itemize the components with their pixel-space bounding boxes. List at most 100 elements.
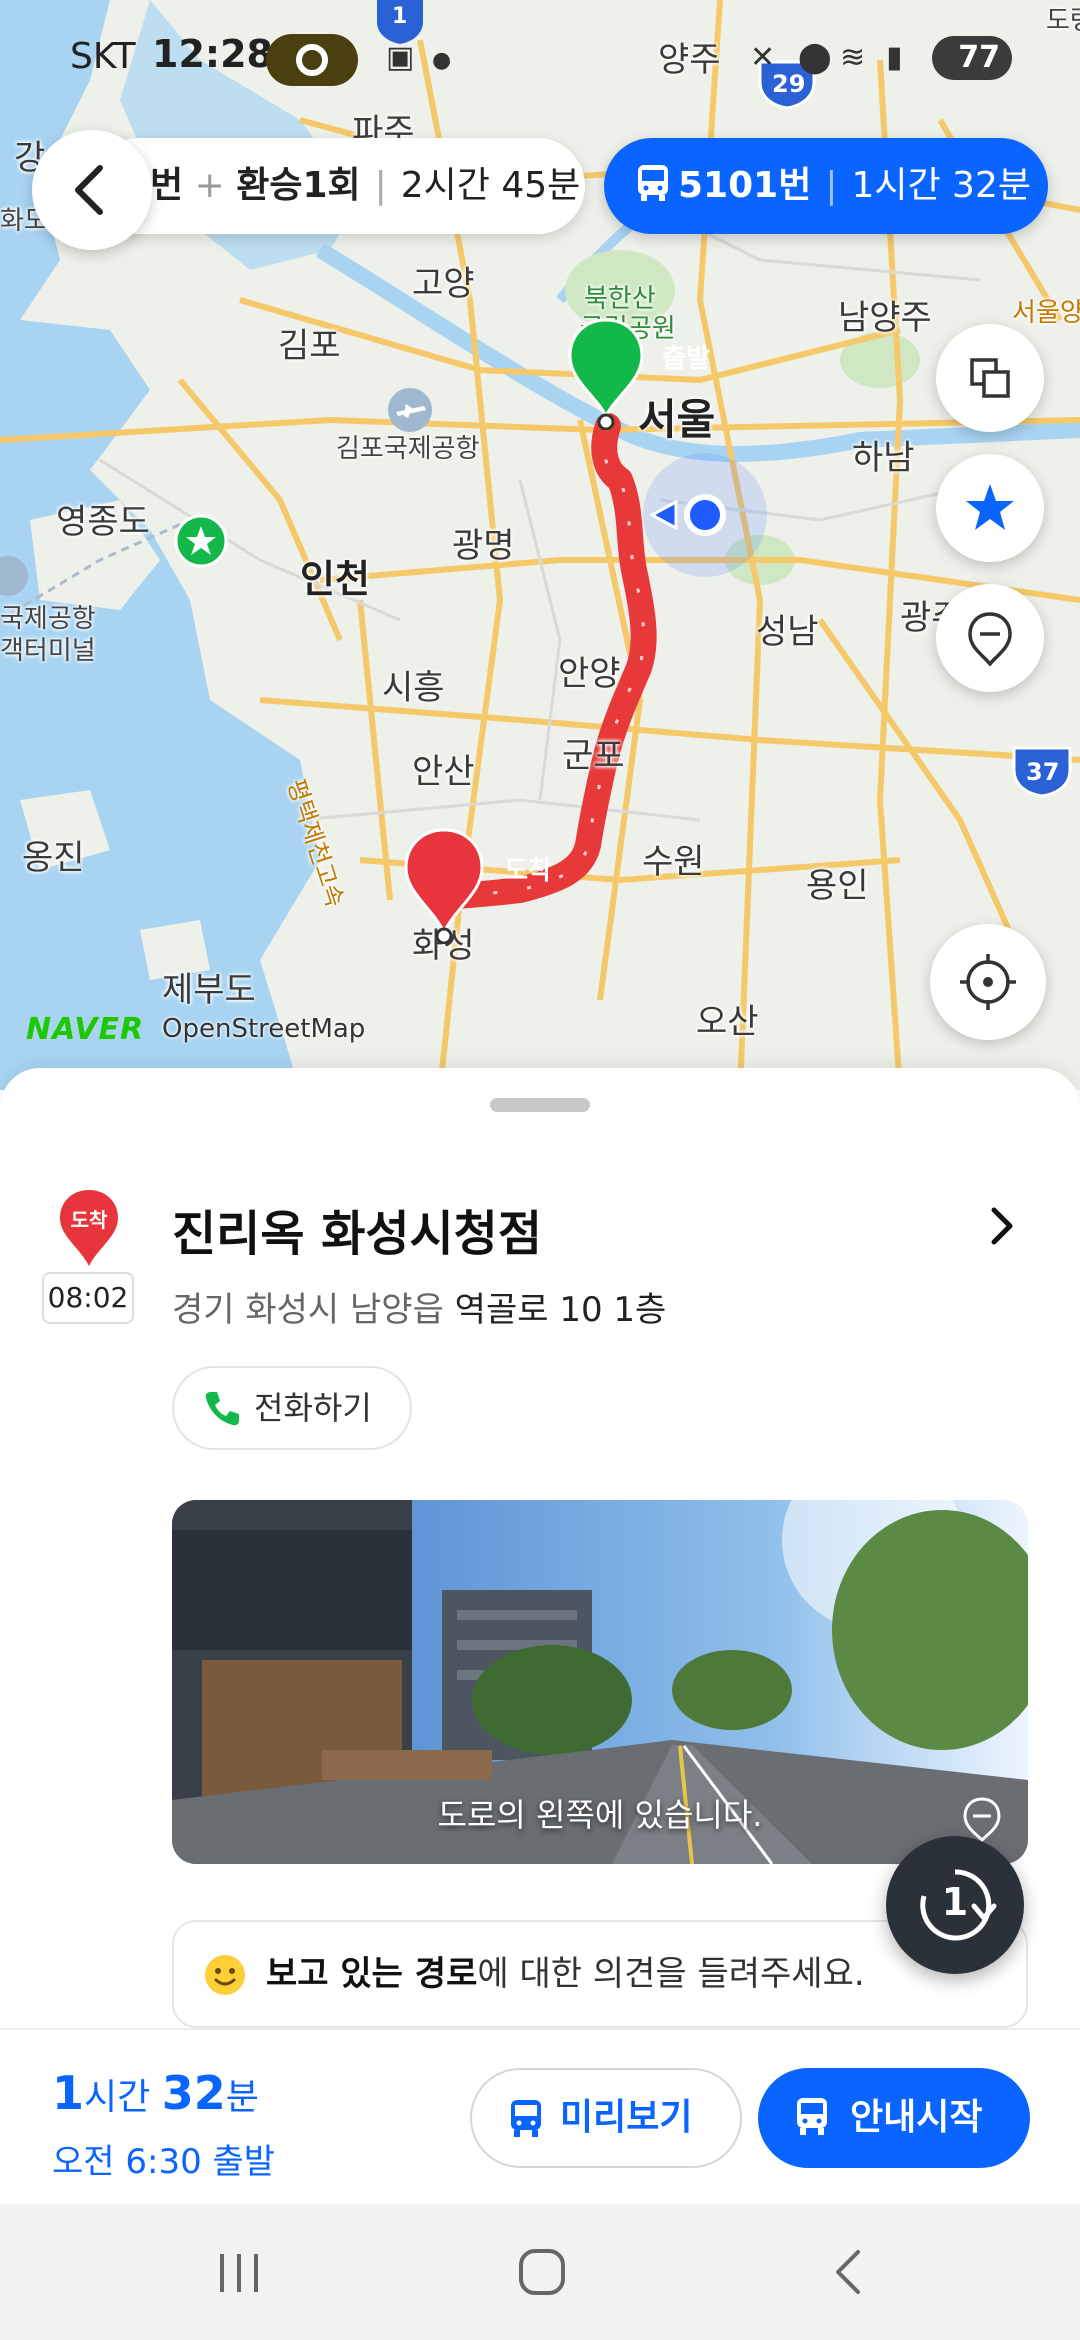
map-label: 서울 bbox=[638, 395, 716, 444]
start-navigation-button[interactable]: 안내시작 bbox=[758, 2068, 1030, 2168]
map-label: 시흥 bbox=[382, 668, 445, 708]
recent-apps-icon[interactable] bbox=[214, 2248, 264, 2298]
feedback-bold: 보고 있는 경로 bbox=[266, 1954, 478, 1994]
mute-icon: ✕ bbox=[750, 40, 776, 75]
preview-button[interactable]: 미리보기 bbox=[470, 2068, 742, 2168]
map-label: 오산 bbox=[696, 1002, 759, 1042]
back-nav-icon[interactable] bbox=[826, 2246, 870, 2298]
map-label: 안산 bbox=[412, 752, 475, 792]
more-dot-icon: ● bbox=[432, 48, 452, 73]
crosshair-icon bbox=[960, 954, 1016, 1010]
duration-minutes-unit: 분 bbox=[225, 2077, 259, 2118]
chevron-left-icon bbox=[75, 165, 103, 215]
bus-icon bbox=[797, 2098, 827, 2135]
map-label: 수원 bbox=[642, 842, 705, 882]
bus-icon bbox=[638, 165, 668, 201]
call-label: 전화하기 bbox=[254, 1389, 372, 1427]
current-location-button[interactable] bbox=[930, 924, 1046, 1040]
map-label: 광명 bbox=[452, 526, 515, 566]
status-bar: SKT 12:28 ▣ ● ✕ ⬤ ≋ ▮ 77 bbox=[0, 0, 1080, 110]
bus-icon bbox=[511, 2100, 541, 2137]
destination-address: 경기 화성시 남양읍 역골로 10 1층 bbox=[172, 1282, 666, 1331]
arrival-time: 08:02 bbox=[42, 1272, 134, 1324]
map-label: 영종도 bbox=[56, 502, 150, 542]
street-view-image[interactable]: 도로의 왼쪽에 있습니다. bbox=[172, 1500, 1028, 1864]
back-button[interactable] bbox=[32, 130, 152, 250]
start-pin-icon bbox=[568, 318, 644, 431]
map-label: 군포 bbox=[562, 736, 625, 776]
sheet-handle[interactable] bbox=[490, 1098, 590, 1112]
action-bar: 1시간 32분 오전 6:30 출발 미리보기 안내시작 bbox=[0, 2028, 1080, 2204]
arrive-pin-icon bbox=[404, 828, 484, 945]
total-duration: 1시간 32분 bbox=[52, 2066, 259, 2120]
chevron-right-icon bbox=[991, 1207, 1013, 1245]
layers-button[interactable] bbox=[936, 324, 1044, 432]
feedback-text: 에 대한 의견을 들려주세요. bbox=[477, 1954, 865, 1994]
destination-detail-button[interactable] bbox=[984, 1204, 1020, 1252]
map-label: 남양주 bbox=[838, 298, 932, 338]
map-label: 서울양 bbox=[1012, 298, 1080, 328]
naver-logo: NAVER bbox=[26, 1012, 145, 1047]
system-nav-bar bbox=[0, 2204, 1080, 2340]
smile-icon bbox=[205, 1955, 245, 1995]
clock: 12:28 bbox=[152, 32, 273, 76]
current-location-dot bbox=[684, 494, 726, 536]
map-credit: OpenStreetMap bbox=[162, 1014, 366, 1044]
layers-icon bbox=[970, 358, 1010, 398]
arrive-pin-label: 도착 bbox=[504, 856, 552, 886]
home-icon[interactable] bbox=[516, 2246, 568, 2298]
map-label: 성남 bbox=[756, 612, 819, 652]
map-label: 용인 bbox=[806, 866, 869, 906]
duration-minutes: 32 bbox=[161, 2066, 226, 2120]
phone-icon bbox=[205, 1392, 239, 1426]
route-number: 1 bbox=[941, 1880, 969, 1924]
preview-label: 미리보기 bbox=[560, 2097, 693, 2138]
duration-hours: 1 bbox=[52, 2066, 85, 2120]
start-pin-label: 출발 bbox=[662, 344, 710, 374]
route-tab-prefix: 번 bbox=[150, 165, 184, 206]
map-label: 하남 bbox=[852, 438, 915, 478]
signal-icon: ▮ bbox=[886, 40, 903, 75]
address-street: 역골로 10 1층 bbox=[454, 1290, 667, 1330]
route-tab-bus[interactable]: 5101번 | 1시간 32분 bbox=[604, 138, 1048, 234]
map-view[interactable]: 1 29 37 파주 양주 고양 북한산 국립공원 남양주 서울양 김포 서울 … bbox=[0, 0, 1080, 1090]
notification-icon: ▣ bbox=[386, 40, 415, 75]
route-tab-bus-number: 5101번 bbox=[678, 165, 812, 206]
battery-indicator: 77 bbox=[932, 36, 1012, 80]
location-pin-icon bbox=[968, 612, 1012, 666]
activity-pill bbox=[266, 34, 358, 86]
start-label: 안내시작 bbox=[850, 2097, 983, 2138]
route-tab-transfer-label: 환승1회 bbox=[236, 165, 361, 206]
route-tab-transfer[interactable]: 번 + 환승1회 | 2시간 45분 bbox=[90, 138, 585, 234]
star-icon bbox=[966, 484, 1014, 530]
star-marker-icon[interactable] bbox=[174, 514, 228, 568]
route-tab-bus-duration: 1시간 32분 bbox=[851, 165, 1031, 206]
departure-time: 오전 6:30 출발 bbox=[52, 2142, 276, 2182]
address-region: 경기 화성시 남양읍 bbox=[172, 1290, 455, 1330]
map-label: 제부도 bbox=[162, 970, 256, 1010]
map-label: 김포 bbox=[278, 326, 341, 366]
destination-pin: 도착 bbox=[58, 1188, 120, 1272]
destination-name[interactable]: 진리옥 화성시청점 bbox=[172, 1194, 542, 1264]
route-tab-plus: + bbox=[194, 165, 225, 206]
airport-icon bbox=[388, 388, 432, 432]
arrive-pin[interactable]: 도착 bbox=[402, 826, 552, 945]
highway-number: 37 bbox=[1026, 758, 1060, 786]
place-button[interactable] bbox=[936, 584, 1044, 692]
destination-pin-label: 도착 bbox=[70, 1208, 108, 1232]
map-label: 안양 bbox=[558, 654, 621, 694]
wifi-icon: ≋ bbox=[840, 40, 866, 75]
call-button[interactable]: 전화하기 bbox=[172, 1366, 412, 1450]
duration-hours-unit: 시간 bbox=[84, 2077, 151, 2118]
airport-icon bbox=[0, 556, 28, 596]
map-label: 인천 bbox=[300, 557, 370, 601]
street-view-caption: 도로의 왼쪽에 있습니다. bbox=[437, 1796, 763, 1834]
route-tab-duration: 2시간 45분 bbox=[400, 165, 581, 206]
carrier-label: SKT bbox=[70, 36, 136, 77]
location-status-icon: ⬤ bbox=[798, 40, 832, 75]
route-refresh-button[interactable]: 1 bbox=[886, 1836, 1024, 1974]
map-label: 고양 bbox=[412, 264, 475, 304]
favorite-button[interactable] bbox=[936, 454, 1044, 562]
start-pin[interactable]: 출발 bbox=[566, 316, 710, 431]
map-label: 객터미널 bbox=[0, 636, 96, 666]
